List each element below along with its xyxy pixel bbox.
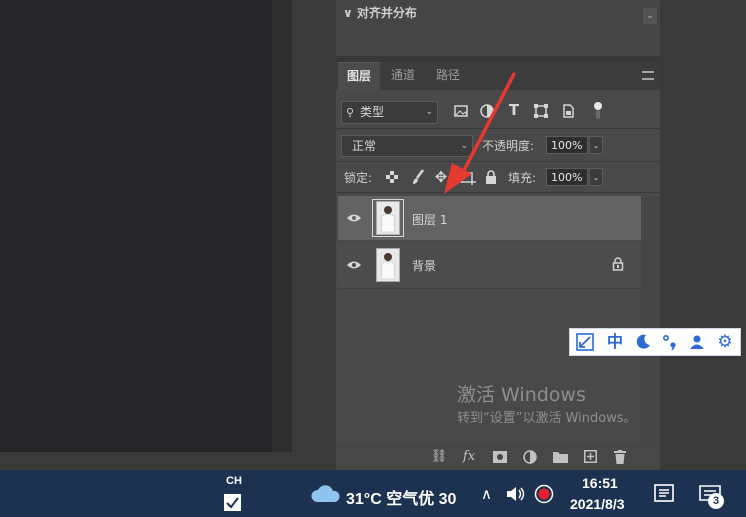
fx-icon[interactable]: fx [460, 448, 478, 466]
panel-dock-gutter [292, 0, 336, 470]
chevron-up-icon[interactable]: ∧ [481, 485, 492, 503]
layer-lock-icon[interactable] [611, 257, 625, 273]
layer-row-layer-1[interactable]: 图层 1 [338, 196, 641, 240]
opacity-input[interactable]: 100% [546, 136, 588, 154]
toggle-icon[interactable] [592, 101, 604, 121]
canvas-scrollbar[interactable] [272, 0, 292, 452]
opacity-dropdown[interactable]: ⌄ [589, 136, 603, 154]
layer-filter-select[interactable]: ⚲ 类型 ⌄ [341, 101, 438, 124]
activation-title: 激活 Windows [457, 384, 586, 406]
gear-icon[interactable]: ⚙ [714, 331, 736, 353]
activation-subtitle: 转到“设置”以激活 Windows。 [457, 411, 637, 426]
input-language[interactable]: CH [226, 475, 242, 487]
punctuation-icon[interactable] [659, 331, 681, 356]
notification-badge: 3 [708, 493, 724, 509]
visibility-eye-icon[interactable] [346, 260, 362, 270]
new-layer-icon[interactable] [581, 448, 599, 469]
layer-thumbnail [376, 248, 400, 282]
layers-scrollbar[interactable] [641, 196, 660, 446]
user-icon[interactable] [686, 331, 708, 356]
input-mode-icon[interactable] [224, 494, 241, 511]
link-layers-icon[interactable]: ⛓ [430, 448, 448, 466]
adjustment-layer-icon[interactable] [521, 448, 539, 470]
trash-icon[interactable] [611, 448, 629, 470]
annotation-arrow [444, 72, 516, 194]
clock-time[interactable]: 16:51 [582, 475, 618, 491]
blend-mode-value: 正常 [352, 139, 377, 153]
layer-thumbnail [376, 201, 400, 235]
record-icon[interactable] [534, 484, 554, 508]
divider [338, 288, 641, 289]
lock-image-pixels-icon[interactable] [409, 168, 427, 186]
volume-icon[interactable] [506, 486, 526, 506]
moon-icon[interactable] [632, 331, 654, 356]
fill-input[interactable]: 100% [546, 168, 588, 186]
folder-icon[interactable] [551, 448, 569, 469]
document-canvas[interactable] [0, 0, 272, 452]
cloud-icon[interactable] [311, 484, 341, 508]
tab-channels[interactable]: 通道 [383, 62, 423, 90]
notification-count: 3 [712, 495, 720, 507]
clock-date[interactable]: 2021/8/3 [570, 496, 625, 512]
layer-name[interactable]: 背景 [412, 257, 436, 274]
ime-mode-chinese[interactable]: 中 [604, 331, 626, 353]
notes-icon[interactable] [654, 484, 674, 506]
weather-text[interactable]: 31°C 空气优 30 [346, 485, 456, 509]
layer-mask-icon[interactable] [491, 448, 509, 469]
fill-dropdown[interactable]: ⌄ [589, 168, 603, 186]
align-panel-title[interactable]: ∨ 对齐并分布 [343, 4, 417, 21]
ime-settings-arrow-icon[interactable] [574, 331, 596, 357]
search-icon: ⚲ [346, 106, 355, 119]
collapse-icon[interactable]: ⌄ [643, 8, 657, 24]
panel-menu-icon[interactable] [642, 71, 654, 80]
smart-object-icon[interactable] [559, 102, 577, 120]
right-dock-area [660, 0, 746, 470]
layer-name[interactable]: 图层 1 [412, 211, 447, 228]
status-bar [0, 452, 336, 470]
lock-label: 锁定: [344, 171, 373, 185]
visibility-eye-icon[interactable] [346, 213, 362, 223]
tab-layers[interactable]: 图层 [338, 62, 380, 91]
shape-icon[interactable] [532, 102, 550, 120]
filter-type-value: 类型 [360, 105, 385, 119]
lock-transparent-pixels-icon[interactable] [384, 169, 400, 185]
layer-row-background[interactable]: 背景 [338, 243, 641, 287]
